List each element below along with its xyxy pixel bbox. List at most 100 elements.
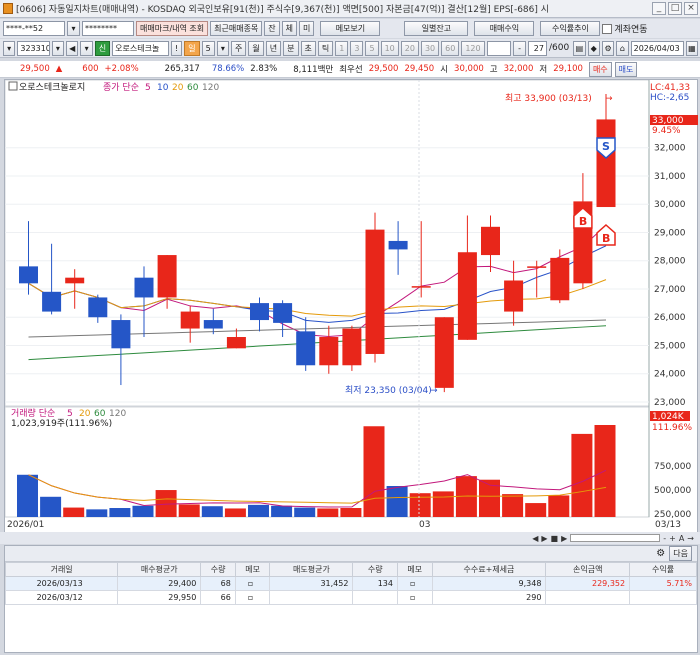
config-icon[interactable]: ⚙ — [601, 40, 615, 56]
unfilled-tab[interactable]: 미 — [299, 21, 315, 36]
buy-marker-letter: B — [579, 215, 587, 228]
settings-icon[interactable]: ⚙ — [656, 548, 665, 559]
period-month[interactable]: 월 — [248, 40, 264, 56]
candle — [19, 266, 38, 284]
interval-60[interactable]: 60 — [441, 40, 460, 56]
settings-dropdown-icon[interactable]: ▾ — [80, 40, 93, 56]
daily-balance-button[interactable]: 일별잔고 — [404, 21, 469, 36]
memo-icon[interactable]: ▫ — [234, 576, 271, 591]
trade-mark-button[interactable]: 매매마크/내역 조회 — [136, 21, 209, 36]
search-icon[interactable]: ▾ — [3, 40, 16, 56]
interval-10[interactable]: 10 — [380, 40, 399, 56]
period-daily-button[interactable]: 일 — [184, 40, 200, 56]
period-tick[interactable]: 틱 — [317, 40, 334, 56]
volume-bar — [201, 506, 223, 517]
period-minute[interactable]: 분 — [283, 40, 299, 56]
cell-fee: 9,348 — [431, 576, 547, 591]
sell-button[interactable]: 매도 — [614, 61, 638, 77]
speaker-icon[interactable]: ◀ — [66, 40, 79, 56]
period-week[interactable]: 주 — [231, 40, 247, 56]
date-input[interactable]: 2026/04/03 — [630, 40, 684, 56]
account-dropdown-icon[interactable]: ▾ — [67, 21, 80, 36]
low-label: 저 — [539, 65, 548, 75]
password-input[interactable]: ******** — [82, 21, 134, 36]
interval-30[interactable]: 30 — [420, 40, 440, 56]
trade-profit-button[interactable]: 매매수익 — [474, 21, 535, 36]
cell-buy-avg: 29,950 — [117, 590, 202, 605]
buy-button[interactable]: 매수 — [588, 61, 612, 77]
interval-custom-field[interactable] — [486, 40, 512, 56]
candlestick-chart[interactable]: B B S 32,000 31,000 30,000 29,000 28,000 27,000… — [4, 79, 699, 534]
low-price: 29,100 — [553, 64, 583, 74]
interval-stepper-icon[interactable]: - — [513, 40, 526, 56]
next-button[interactable]: 다음 — [669, 546, 692, 561]
candle — [504, 280, 524, 312]
chart-scrollbar[interactable] — [570, 534, 661, 542]
account-link-label: 계좌연동 — [614, 25, 648, 35]
period-dropdown-icon[interactable]: ▾ — [216, 40, 230, 56]
balance-tab[interactable]: 잔 — [264, 21, 280, 36]
auto-fit-button[interactable]: A — [679, 534, 684, 543]
candle — [457, 252, 477, 340]
pause-icon[interactable]: ■ — [551, 534, 559, 543]
candle — [42, 291, 62, 312]
recent-stocks-button[interactable]: 최근매매종목 — [210, 21, 263, 36]
scroll-left-icon[interactable]: ◀ — [532, 534, 538, 543]
bar-count-field[interactable]: 27 — [527, 40, 547, 56]
interval-20[interactable]: 20 — [400, 40, 419, 56]
candle — [365, 229, 385, 354]
memo-icon[interactable]: ▫ — [396, 576, 433, 591]
cell-sell-qty: 134 — [352, 576, 398, 591]
volume-legend: 거래량 단순 — [11, 407, 55, 419]
play-icon[interactable]: ▶ — [541, 534, 547, 543]
stock-name-field[interactable]: 오로스테크놀 — [112, 40, 169, 56]
scroll-right-icon[interactable]: ▶ — [561, 534, 567, 543]
bar-count-total: /600 — [548, 43, 570, 53]
chart-type-icon[interactable]: ▤ — [573, 40, 586, 56]
table-row[interactable]: 2026/03/12 29,950 66 ▫ ▫ 290 — [4, 590, 697, 605]
maximize-button[interactable]: □ — [668, 2, 682, 15]
best-quote-label: 최우선 — [339, 65, 363, 75]
volume-bar — [548, 495, 570, 517]
interval-5[interactable]: 5 — [365, 40, 379, 56]
hc-label: HC:-2,65 — [650, 93, 689, 103]
period-second[interactable]: 초 — [300, 40, 316, 56]
memo-view-button[interactable]: 메모보기 — [320, 21, 381, 36]
stock-code-input[interactable]: 323310 — [17, 40, 50, 56]
zoom-in-button[interactable]: + — [669, 534, 676, 543]
zoom-out-button[interactable]: - — [663, 534, 666, 543]
chart-area[interactable]: B B S 32,000 31,000 30,000 29,000 28,000 27,000… — [4, 79, 698, 533]
code-dropdown-icon[interactable]: ▾ — [51, 40, 65, 56]
candle — [388, 240, 408, 250]
memo-icon[interactable]: ▫ — [234, 590, 271, 605]
color-icon[interactable]: ◆ — [587, 40, 600, 56]
return-trend-button[interactable]: 수익률추이 — [540, 21, 601, 36]
table-row[interactable]: 2026/03/13 29,400 68 ▫ 31,452 134 ▫ 9,34… — [4, 576, 697, 591]
calendar-icon[interactable]: ▦ — [685, 40, 699, 56]
export-icon[interactable]: ⌂ — [616, 40, 629, 56]
chart-legend-prefix: 종가 단순 — [103, 82, 139, 93]
volume-bar — [271, 505, 293, 517]
interval-3[interactable]: 3 — [350, 40, 364, 56]
x-label-end: 03/13 — [655, 520, 681, 530]
interval-1[interactable]: 1 — [335, 40, 349, 56]
filled-tab[interactable]: 체 — [281, 21, 298, 36]
interval-120[interactable]: 120 — [461, 40, 485, 56]
period-year[interactable]: 년 — [265, 40, 282, 56]
candle — [134, 277, 154, 298]
chart-menu-icon[interactable]: → — [687, 534, 694, 543]
cell-pnl — [545, 590, 631, 605]
max-arrow-icon: → — [605, 94, 613, 104]
memo-icon[interactable]: ▫ — [396, 590, 433, 605]
col-buy-avg: 매수평균가 — [117, 562, 202, 577]
chart-control-bar: ◀ ▶ ■ ▶ - + A → — [0, 532, 700, 544]
close-button[interactable]: × — [684, 2, 698, 15]
price-change-pct: +2.08% — [104, 64, 139, 74]
stock-info-button[interactable]: ! — [171, 40, 183, 56]
minimize-button[interactable]: _ — [652, 2, 666, 15]
cell-sell-avg: 31,452 — [269, 576, 354, 591]
period-count-field[interactable]: 5 — [201, 40, 215, 56]
account-link-checkbox[interactable] — [602, 23, 613, 34]
account-input[interactable]: ****-**52 — [3, 21, 65, 36]
candle — [550, 257, 570, 301]
